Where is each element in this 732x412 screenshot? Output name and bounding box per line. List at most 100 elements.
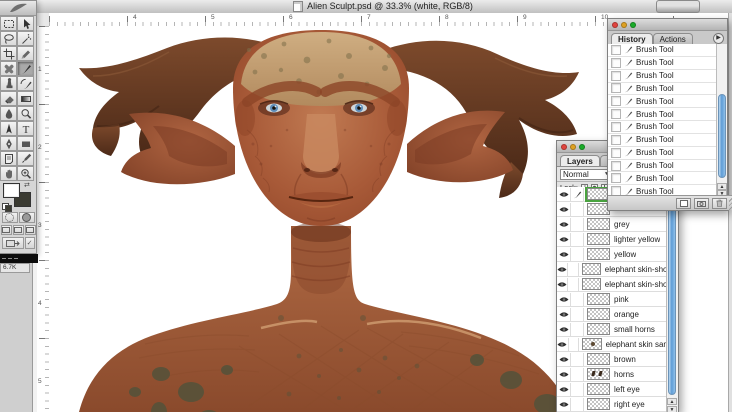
close-icon[interactable] <box>561 143 567 150</box>
tool-eyedropper[interactable] <box>17 151 34 166</box>
history-snapshot-well[interactable] <box>611 57 621 68</box>
tool-shape[interactable] <box>17 136 34 151</box>
layer-visibility-toggle[interactable] <box>557 262 569 276</box>
layer-row[interactable]: pink <box>557 292 667 307</box>
zoom-window-icon[interactable] <box>630 21 636 28</box>
tool-healing-brush[interactable] <box>0 61 17 76</box>
history-snapshot-well[interactable] <box>611 134 621 145</box>
history-snapshot-well[interactable] <box>611 70 621 81</box>
close-icon[interactable] <box>612 21 618 28</box>
layer-row[interactable]: orange <box>557 307 667 322</box>
layer-name[interactable]: grey <box>614 220 630 229</box>
swap-colors-icon[interactable]: ⇄ <box>24 181 30 189</box>
tool-eraser[interactable] <box>0 91 17 106</box>
layer-visibility-toggle[interactable] <box>557 292 571 306</box>
layer-name[interactable]: yellow <box>614 250 636 259</box>
foreground-color-swatch[interactable] <box>3 183 20 198</box>
layer-thumbnail[interactable] <box>587 353 610 365</box>
layer-name[interactable]: horns <box>614 370 634 379</box>
layer-name[interactable]: elephant skin-should.. <box>605 265 667 274</box>
tool-magic-wand[interactable] <box>17 31 34 46</box>
layer-thumbnail[interactable] <box>587 368 610 380</box>
layer-name[interactable]: elephant skin sample <box>606 340 667 349</box>
layer-thumbnail[interactable] <box>587 323 610 335</box>
layer-row[interactable]: left eye <box>557 382 667 397</box>
layer-thumbnail[interactable] <box>587 383 610 395</box>
history-entry[interactable]: Brush Tool <box>608 95 727 109</box>
history-entry[interactable]: Brush Tool <box>608 121 727 134</box>
collapsed-palette[interactable] <box>656 0 700 13</box>
layer-row[interactable]: small horns <box>557 322 667 337</box>
tool-type[interactable]: T <box>17 121 34 136</box>
history-entry[interactable]: Brush Tool <box>608 83 727 96</box>
layer-name[interactable]: elephant skin-should.. <box>605 280 667 289</box>
tool-rectangular-marquee[interactable] <box>0 16 17 31</box>
history-scrollbar-thumb[interactable] <box>718 94 726 178</box>
history-entry[interactable]: Brush Tool <box>608 147 727 160</box>
blend-mode-select[interactable]: Normal ▼ <box>560 168 612 180</box>
tool-zoom[interactable] <box>17 166 34 181</box>
history-entry[interactable]: Brush Tool <box>608 44 727 57</box>
history-snapshot-well[interactable] <box>611 160 621 171</box>
history-entry[interactable]: Brush Tool <box>608 57 727 70</box>
minimize-icon[interactable] <box>621 21 627 28</box>
layer-visibility-toggle[interactable] <box>557 187 571 201</box>
history-snapshot-well[interactable] <box>611 83 621 94</box>
layer-thumbnail[interactable] <box>587 308 610 320</box>
tab-actions[interactable]: Actions <box>652 33 693 44</box>
tool-blur[interactable] <box>0 106 17 121</box>
document-titlebar[interactable]: Alien Sculpt.psd @ 33.3% (white, RGB/8) <box>33 0 732 14</box>
layer-visibility-toggle[interactable] <box>557 367 571 381</box>
default-colors-icon[interactable] <box>2 203 12 212</box>
layer-name[interactable]: lighter yellow <box>614 235 660 244</box>
imageready-check-button[interactable]: ✓ <box>24 237 35 249</box>
layer-visibility-toggle[interactable] <box>557 322 571 336</box>
layer-visibility-toggle[interactable] <box>557 307 571 321</box>
history-snapshot-well[interactable] <box>611 109 621 120</box>
tool-history-brush[interactable] <box>17 76 34 91</box>
history-snapshot-well[interactable] <box>611 96 621 107</box>
document-right-scrollbar[interactable] <box>728 13 732 412</box>
tool-move[interactable] <box>17 16 34 31</box>
layer-thumbnail[interactable] <box>581 263 601 275</box>
layer-name[interactable]: brown <box>614 355 636 364</box>
layer-thumbnail[interactable] <box>581 278 601 290</box>
standard-screen-button[interactable] <box>0 225 12 235</box>
tool-clone-stamp[interactable] <box>0 76 17 91</box>
layers-scrollbar-thumb[interactable] <box>668 189 676 395</box>
layer-name[interactable]: small horns <box>614 325 655 334</box>
delete-state-button[interactable] <box>712 197 727 209</box>
layer-visibility-toggle[interactable] <box>557 217 571 231</box>
tool-lasso[interactable] <box>0 31 17 46</box>
layer-visibility-toggle[interactable] <box>557 382 571 396</box>
scroll-up-icon[interactable]: ▲ <box>717 183 727 190</box>
history-snapshot-well[interactable] <box>611 147 621 158</box>
layer-visibility-toggle[interactable] <box>557 202 571 216</box>
tool-hand[interactable] <box>0 166 17 181</box>
layer-row[interactable]: elephant skin-should.. <box>557 262 667 277</box>
fullscreen-menubar-button[interactable] <box>12 225 24 235</box>
fullscreen-button[interactable] <box>24 225 36 235</box>
tools-palette-header[interactable] <box>0 1 36 16</box>
quickmask-mode-button[interactable] <box>18 212 35 223</box>
layer-visibility-toggle[interactable] <box>557 232 571 246</box>
layer-row[interactable]: yellow <box>557 247 667 262</box>
history-entry[interactable]: Brush Tool <box>608 172 727 186</box>
new-snapshot-button[interactable] <box>694 197 709 209</box>
edit-in-imageready-button[interactable] <box>1 237 24 249</box>
tool-notes[interactable] <box>0 151 17 166</box>
layer-name[interactable]: pink <box>614 295 629 304</box>
layer-thumbnail[interactable] <box>582 338 602 350</box>
history-snapshot-well[interactable] <box>611 121 621 132</box>
standard-mode-button[interactable] <box>1 212 18 223</box>
layer-visibility-toggle[interactable] <box>557 352 571 366</box>
layer-name[interactable]: right eye <box>614 400 645 409</box>
tab-history[interactable]: History <box>611 33 653 44</box>
layer-row[interactable]: horns <box>557 367 667 382</box>
layer-row[interactable]: elephant skin sample <box>557 337 667 352</box>
tab-layers[interactable]: Layers <box>560 155 600 166</box>
tool-pen[interactable] <box>0 136 17 151</box>
layer-row[interactable]: right eye <box>557 397 667 412</box>
zoom-window-icon[interactable] <box>579 143 585 150</box>
tool-crop[interactable] <box>0 46 17 61</box>
